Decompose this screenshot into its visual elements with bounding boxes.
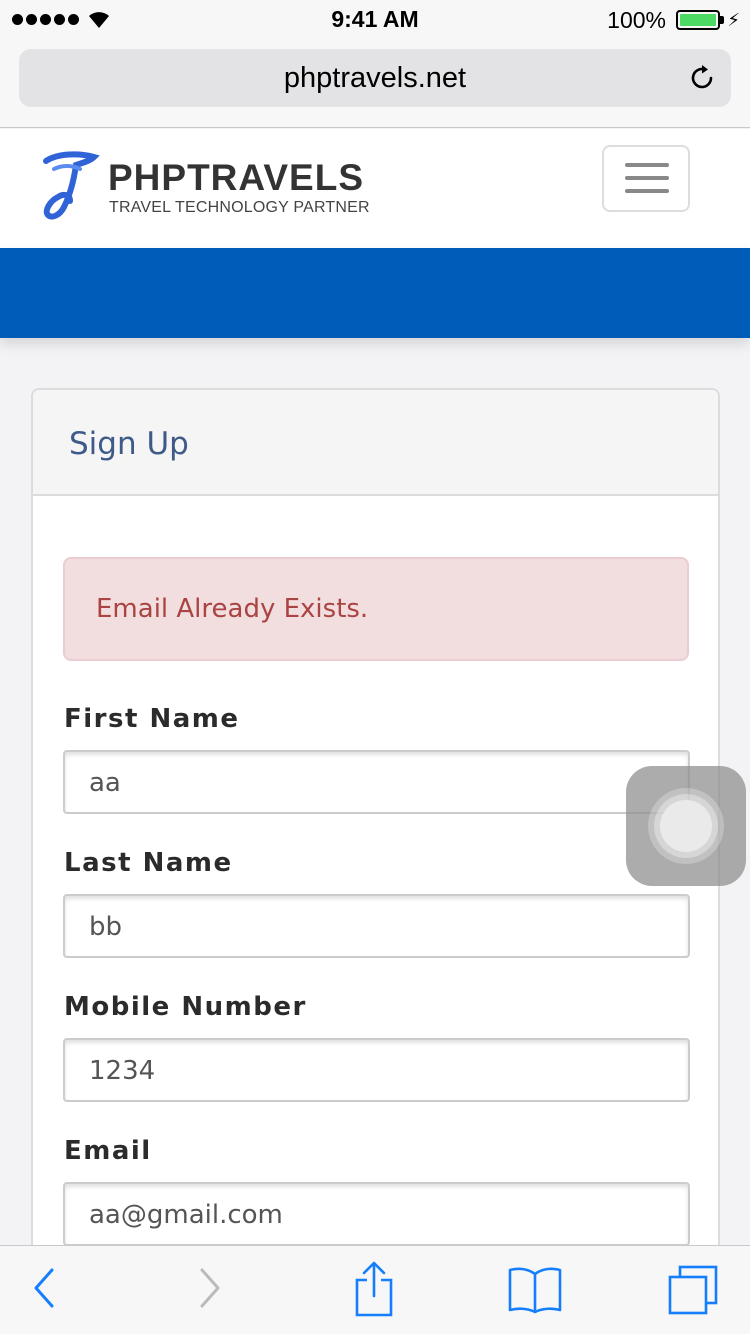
back-icon[interactable] <box>30 1264 58 1312</box>
status-bar: 9:41 AM 100% ⚡ <box>0 0 750 40</box>
browser-toolbar <box>0 1245 750 1334</box>
url-text[interactable]: phptravels.net <box>19 62 731 95</box>
hamburger-icon-bar <box>625 176 669 180</box>
browser-address-area: phptravels.net <box>0 40 750 128</box>
address-bar[interactable]: phptravels.net <box>19 49 731 107</box>
mobile-number-label: Mobile Number <box>64 992 307 1022</box>
brand-logo-icon[interactable] <box>40 151 100 223</box>
assistive-touch-button[interactable] <box>626 766 746 886</box>
battery-tip <box>720 16 724 24</box>
email-field[interactable]: aa@gmail.com <box>63 1182 690 1246</box>
last-name-label: Last Name <box>64 848 233 878</box>
battery-icon <box>676 10 720 30</box>
error-alert: Email Already Exists. <box>63 557 689 661</box>
battery-percent: 100% <box>607 7 666 33</box>
share-icon[interactable] <box>352 1260 396 1318</box>
signup-panel: Sign Up Email Already Exists. First Name… <box>31 388 720 1288</box>
email-label: Email <box>64 1136 152 1166</box>
mobile-number-field[interactable]: 1234 <box>63 1038 690 1102</box>
tabs-icon[interactable] <box>666 1264 720 1316</box>
brand-tagline: TRAVEL TECHNOLOGY PARTNER <box>109 199 370 216</box>
assistive-ring-inner <box>660 800 712 852</box>
charging-bolt-icon: ⚡ <box>727 10 740 31</box>
page-title: Sign Up <box>69 426 189 462</box>
bookmarks-icon[interactable] <box>507 1266 563 1314</box>
alert-message: Email Already Exists. <box>96 594 369 624</box>
menu-toggle-button[interactable] <box>602 145 690 212</box>
forward-icon[interactable] <box>196 1264 224 1312</box>
last-name-field[interactable]: bb <box>63 894 690 958</box>
brand-title[interactable]: PHPTRAVELS <box>108 157 364 199</box>
first-name-label: First Name <box>64 704 240 734</box>
reload-icon[interactable] <box>687 63 717 93</box>
hamburger-icon-bar <box>625 189 669 193</box>
hamburger-icon <box>625 163 669 167</box>
hero-band <box>0 248 750 338</box>
site-header: PHPTRAVELS TRAVEL TECHNOLOGY PARTNER <box>0 129 750 248</box>
first-name-field[interactable]: aa <box>63 750 690 814</box>
